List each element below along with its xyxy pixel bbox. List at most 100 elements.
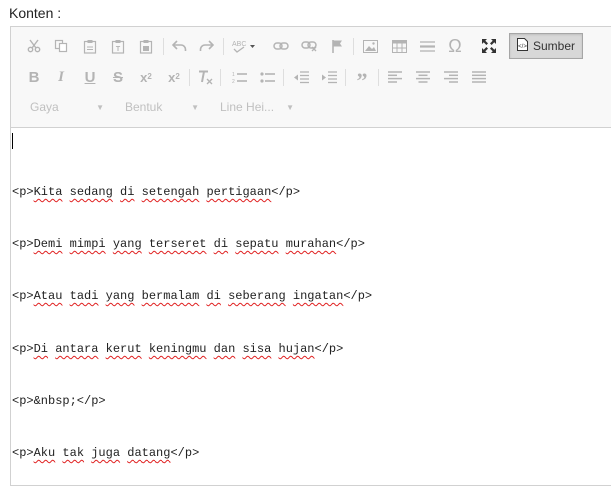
horizontal-rule-icon[interactable] — [414, 33, 440, 59]
toolbar-separator — [220, 69, 221, 86]
source-word: sedang — [69, 185, 113, 199]
indent-icon[interactable] — [316, 64, 342, 90]
source-code-line: <p>Demi mimpi yang terseret di sepatu mu… — [12, 237, 365, 251]
svg-text:2: 2 — [232, 79, 235, 84]
html-tag: <p> — [12, 185, 34, 199]
source-word: keningmu — [148, 342, 207, 356]
underline-icon[interactable]: U — [77, 64, 103, 90]
source-word: sisa — [242, 342, 272, 356]
chevron-down-icon: ▼ — [286, 102, 294, 112]
maximize-icon[interactable] — [476, 33, 502, 59]
html-tag: </p> — [170, 446, 200, 460]
source-word: dan — [213, 342, 236, 356]
anchor-icon[interactable] — [324, 33, 350, 59]
source-word: yang — [105, 289, 135, 303]
subscript-icon[interactable]: x2 — [133, 64, 159, 90]
style-combo-label: Gaya — [30, 100, 59, 114]
special-char-icon[interactable]: Ω — [442, 33, 468, 59]
spellcheck-icon[interactable]: ABC — [229, 33, 259, 59]
source-mode-button[interactable]: </> Sumber — [509, 33, 583, 59]
text-caret — [12, 133, 13, 149]
source-word: bermalam — [141, 289, 200, 303]
copy-icon[interactable] — [48, 33, 74, 59]
html-tag: <p> — [12, 446, 34, 460]
format-combo-label: Bentuk — [125, 100, 163, 114]
editor-toolbar: T ABC Ω </> Sumber B I U S x 2 x 2 1 2 ”… — [11, 27, 611, 128]
style-combo[interactable]: Gaya ▼ — [30, 94, 104, 120]
svg-text:T: T — [116, 46, 121, 53]
line-height-combo-label: Line Hei... — [220, 100, 275, 114]
align-center-icon[interactable] — [410, 64, 436, 90]
source-word: datang — [127, 446, 171, 460]
source-word: setengah — [141, 185, 200, 199]
source-word: terseret — [148, 237, 207, 251]
align-right-icon[interactable] — [438, 64, 464, 90]
source-code-line: <p>Kita sedang di setengah pertigaan</p> — [12, 185, 300, 199]
source-word: mimpi — [69, 237, 106, 251]
source-word: sepatu — [235, 237, 279, 251]
toolbar-separator — [353, 38, 354, 55]
bulleted-list-icon[interactable] — [254, 64, 280, 90]
rich-text-editor: T ABC Ω </> Sumber B I U S x 2 x 2 1 2 ”… — [10, 26, 611, 486]
source-word: murahan — [285, 237, 337, 251]
paste-icon[interactable] — [77, 33, 103, 59]
html-tag: </p> — [343, 289, 373, 303]
undo-icon[interactable] — [166, 33, 192, 59]
paste-text-icon[interactable]: T — [105, 33, 131, 59]
toolbar-separator — [345, 69, 346, 86]
source-word: di — [213, 237, 229, 251]
toolbar-separator — [189, 69, 190, 86]
blockquote-icon[interactable]: ” — [349, 64, 375, 92]
source-doc-icon: </> — [517, 38, 528, 54]
source-code-line: <p>Di antara kerut keningmu dan sisa huj… — [12, 342, 343, 356]
superscript-icon[interactable]: x2 — [161, 64, 187, 90]
paste-word-icon[interactable] — [133, 33, 159, 59]
source-textarea[interactable]: <p>Kita sedang di setengah pertigaan</p>… — [11, 128, 611, 485]
source-word: hujan — [278, 342, 315, 356]
cut-icon[interactable] — [21, 33, 47, 59]
remove-format-icon[interactable] — [192, 64, 218, 90]
italic-icon[interactable]: I — [48, 64, 74, 90]
source-word: ingatan — [292, 289, 344, 303]
html-tag: </p> — [271, 185, 301, 199]
svg-text:ABC: ABC — [232, 41, 246, 48]
toolbar-separator — [223, 38, 224, 55]
source-word: Atau — [33, 289, 63, 303]
numbered-list-icon[interactable]: 12 — [226, 64, 252, 90]
toolbar-separator — [163, 38, 164, 55]
source-code-line: <p>Aku tak juga datang</p> — [12, 446, 199, 460]
source-word: di — [206, 289, 221, 303]
source-code-line: <p>&nbsp;</p> — [12, 394, 106, 408]
html-tag: <p>&nbsp;</p> — [12, 394, 106, 408]
justify-icon[interactable] — [466, 64, 492, 90]
source-word: yang — [112, 237, 142, 251]
strike-icon[interactable]: S — [105, 64, 131, 90]
unlink-icon[interactable] — [296, 33, 322, 59]
source-word: seberang — [228, 289, 286, 303]
image-icon[interactable] — [357, 33, 383, 59]
svg-text:</>: </> — [518, 44, 527, 50]
source-code-line: <p>Atau tadi yang bermalam di seberang i… — [12, 289, 372, 303]
source-word: Aku — [33, 446, 56, 460]
source-word: juga — [91, 446, 121, 460]
html-tag: </p> — [314, 342, 344, 356]
chevron-down-icon: ▼ — [191, 102, 199, 112]
table-icon[interactable] — [386, 33, 412, 59]
source-word: Kita — [33, 185, 63, 199]
redo-icon[interactable] — [193, 33, 219, 59]
outdent-icon[interactable] — [288, 64, 314, 90]
link-icon[interactable] — [268, 33, 294, 59]
html-tag: <p> — [12, 342, 34, 356]
source-word: di — [120, 185, 135, 199]
source-word: pertigaan — [206, 185, 272, 199]
content-field-label: Konten : — [9, 5, 62, 21]
chevron-down-icon: ▼ — [96, 102, 104, 112]
format-combo[interactable]: Bentuk ▼ — [125, 94, 199, 120]
source-word: tak — [62, 446, 85, 460]
html-tag: </p> — [336, 237, 365, 251]
source-button-label: Sumber — [533, 39, 576, 53]
line-height-combo[interactable]: Line Hei... ▼ — [220, 94, 294, 120]
align-left-icon[interactable] — [382, 64, 408, 90]
html-tag: <p> — [12, 289, 34, 303]
bold-icon[interactable]: B — [21, 64, 47, 90]
